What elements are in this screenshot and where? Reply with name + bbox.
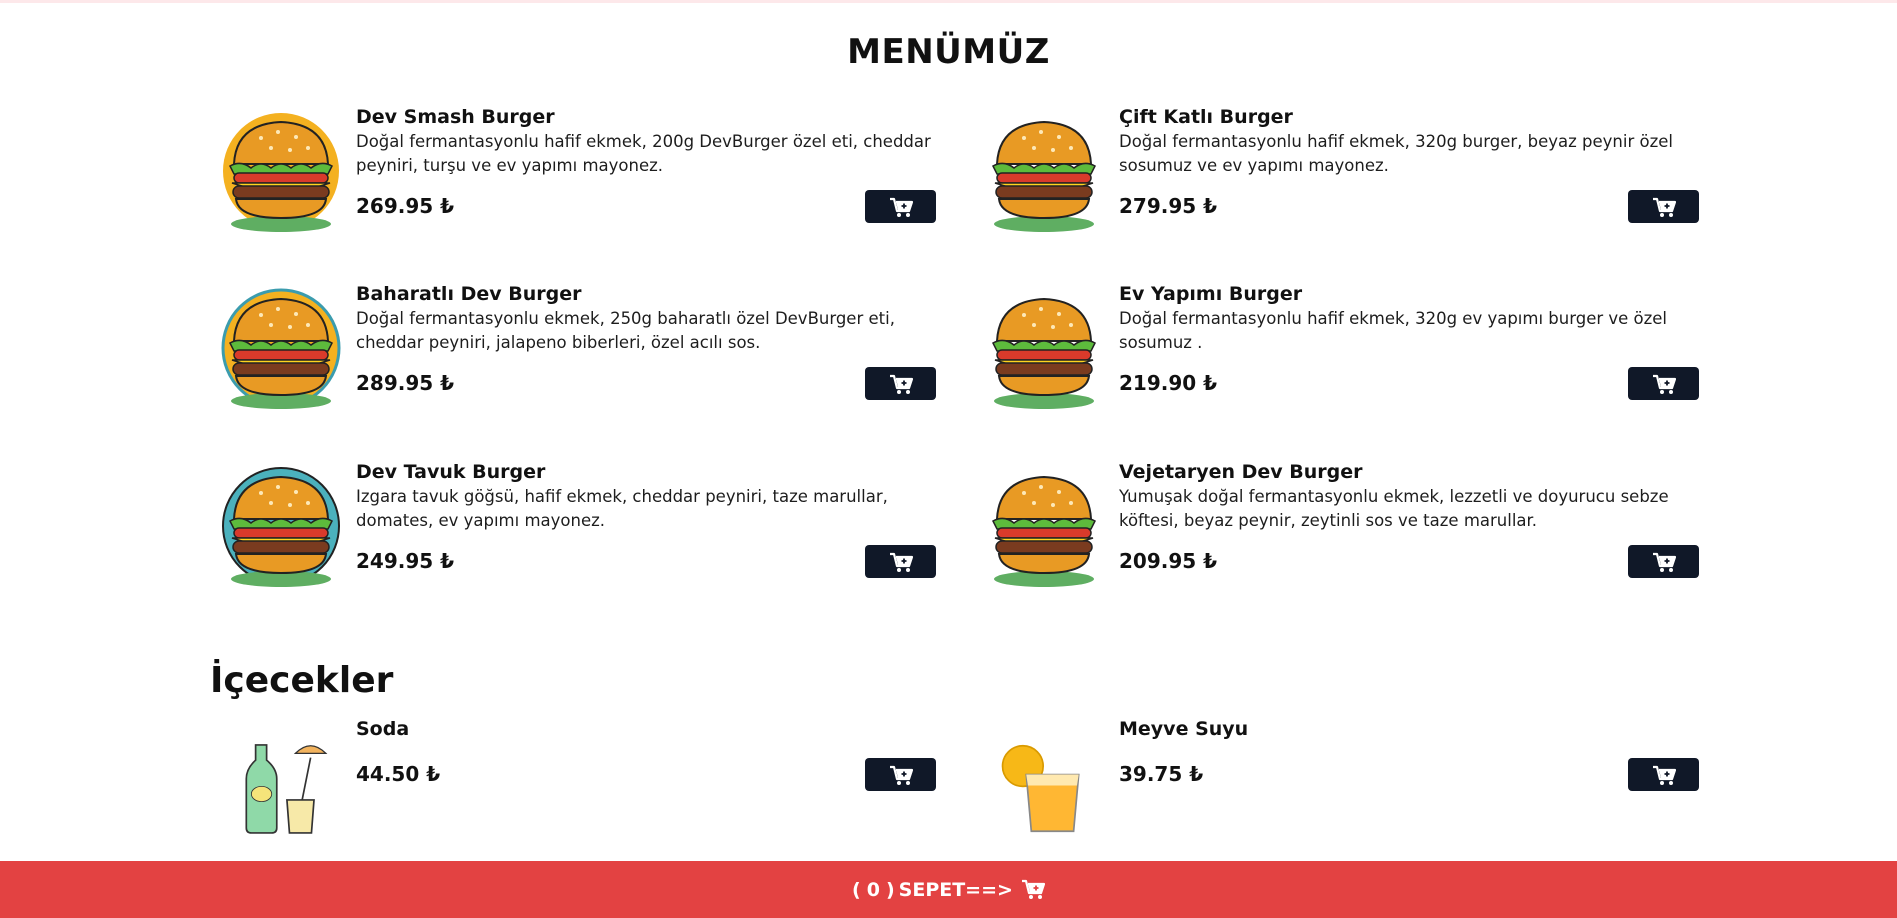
item-name: Soda xyxy=(356,718,410,740)
item-description: Doğal fermantasyonlu hafif ekmek, 200g D… xyxy=(356,132,931,175)
cart-open-paren: ( xyxy=(852,878,861,901)
soda-image xyxy=(245,744,328,834)
top-border xyxy=(0,0,1897,3)
add-to-cart-button[interactable] xyxy=(865,545,936,578)
add-to-cart-button[interactable] xyxy=(1628,545,1699,578)
cart-count: 0 xyxy=(866,878,880,901)
item-description: Doğal fermantasyonlu hafif ekmek, 320g e… xyxy=(1119,309,1668,352)
cart-icon xyxy=(1021,879,1045,899)
item-name: Vejetaryen Dev Burger xyxy=(1119,461,1363,483)
item-price: 39.75 ₺ xyxy=(1119,762,1204,786)
burger-image xyxy=(222,467,340,588)
menu-item: Vejetaryen Dev Burger Yumuşak doğal ferm… xyxy=(979,461,1699,601)
burger-image xyxy=(992,298,1096,410)
item-name: Ev Yapımı Burger xyxy=(1119,283,1303,305)
item-name: Meyve Suyu xyxy=(1119,718,1249,740)
item-price: 279.95 ₺ xyxy=(1119,194,1218,218)
add-to-cart-icon xyxy=(1651,197,1676,217)
menu-item: Çift Katlı Burger Doğal fermantasyonlu h… xyxy=(979,106,1699,246)
item-price: 269.95 ₺ xyxy=(356,194,455,218)
item-name: Dev Tavuk Burger xyxy=(356,461,546,483)
burger-image xyxy=(992,476,1096,588)
menu-item: Baharatlı Dev Burger Doğal fermantasyonl… xyxy=(216,283,936,423)
cart-close-paren: ) xyxy=(885,878,895,901)
add-to-cart-icon xyxy=(1651,374,1676,394)
add-to-cart-icon xyxy=(888,374,913,394)
cart-bar[interactable]: ( 0 ) SEPET==> xyxy=(0,861,1897,918)
add-to-cart-button[interactable] xyxy=(1628,190,1699,223)
menu-item: Dev Smash Burger Doğal fermantasyonlu ha… xyxy=(216,106,936,246)
burger-image xyxy=(992,121,1096,233)
add-to-cart-icon xyxy=(1651,765,1676,785)
item-name: Baharatlı Dev Burger xyxy=(356,283,582,305)
item-price: 249.95 ₺ xyxy=(356,549,455,573)
add-to-cart-button[interactable] xyxy=(1628,758,1699,791)
menu-item: Dev Tavuk Burger Izgara tavuk göğsü, haf… xyxy=(216,461,936,601)
add-to-cart-button[interactable] xyxy=(1628,367,1699,400)
drinks-section-title: İçecekler xyxy=(210,660,394,701)
add-to-cart-button[interactable] xyxy=(865,758,936,791)
juice-image xyxy=(1001,744,1080,833)
burger-image xyxy=(221,288,341,410)
add-to-cart-button[interactable] xyxy=(865,190,936,223)
item-name: Dev Smash Burger xyxy=(356,106,555,128)
menu-item: Ev Yapımı Burger Doğal fermantasyonlu ha… xyxy=(979,283,1699,423)
add-to-cart-icon xyxy=(888,765,913,785)
cart-label: SEPET==> xyxy=(898,878,1013,901)
item-description: Doğal fermantasyonlu hafif ekmek, 320g b… xyxy=(1119,132,1673,175)
item-name: Çift Katlı Burger xyxy=(1119,106,1293,128)
burger-image xyxy=(223,113,339,233)
menu-item: Soda 44.50 ₺ xyxy=(216,718,936,834)
item-price: 219.90 ₺ xyxy=(1119,371,1218,395)
add-to-cart-button[interactable] xyxy=(865,367,936,400)
page-title: MENÜMÜZ xyxy=(847,32,1050,72)
menu-item: Meyve Suyu 39.75 ₺ xyxy=(979,718,1699,833)
item-description: Izgara tavuk göğsü, hafif ekmek, cheddar… xyxy=(356,487,888,530)
item-price: 209.95 ₺ xyxy=(1119,549,1218,573)
item-description: Yumuşak doğal fermantasyonlu ekmek, lezz… xyxy=(1119,487,1669,530)
add-to-cart-icon xyxy=(888,552,913,572)
item-description: Doğal fermantasyonlu ekmek, 250g baharat… xyxy=(356,309,895,352)
item-price: 44.50 ₺ xyxy=(356,762,441,786)
add-to-cart-icon xyxy=(888,197,913,217)
item-price: 289.95 ₺ xyxy=(356,371,455,395)
add-to-cart-icon xyxy=(1651,552,1676,572)
